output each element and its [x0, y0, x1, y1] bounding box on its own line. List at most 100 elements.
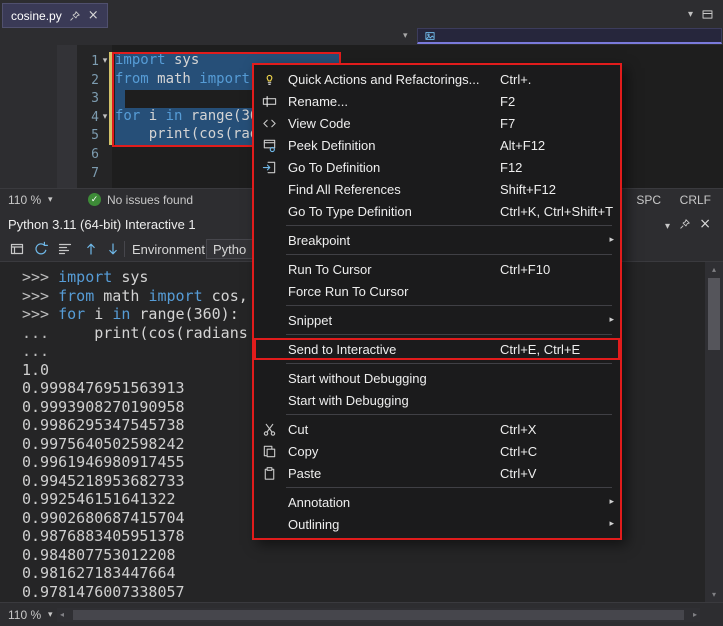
- document-tab-bar: cosine.py × ▾: [0, 0, 723, 28]
- editor-line-number: 1: [77, 52, 99, 71]
- nav-dropdown-chevron-icon[interactable]: ▾: [403, 31, 408, 41]
- scroll-down-icon[interactable]: ▾: [705, 590, 723, 599]
- menu-item-find-all-references[interactable]: Find All ReferencesShift+F12: [254, 178, 620, 200]
- menu-item-shortcut: Ctrl+X: [500, 422, 602, 437]
- menu-item-send-to-interactive[interactable]: Send to InteractiveCtrl+E, Ctrl+E: [254, 338, 620, 360]
- interactive-zoom-control[interactable]: 110 %: [8, 608, 41, 622]
- scroll-right-icon[interactable]: ▸: [693, 610, 697, 619]
- window-position-chevron-icon[interactable]: ▾: [665, 221, 670, 232]
- pin-icon[interactable]: [69, 10, 81, 22]
- interactive-zoom-chevron-icon[interactable]: ▾: [48, 610, 53, 620]
- menu-item-label: Find All References: [284, 182, 500, 197]
- menu-item-shortcut: Shift+F12: [500, 182, 602, 197]
- interactive-line: 1.0: [22, 361, 49, 380]
- interactive-line: 0.984807753012208: [22, 546, 176, 565]
- menu-separator: [286, 363, 612, 364]
- editor-line-number: 2: [77, 71, 99, 90]
- horizontal-scrollbar-thumb[interactable]: [73, 610, 684, 620]
- menu-item-copy[interactable]: CopyCtrl+C: [254, 440, 620, 462]
- close-icon[interactable]: ×: [699, 216, 711, 232]
- menu-item-rename[interactable]: Rename...F2: [254, 90, 620, 112]
- window-layout-icon[interactable]: [701, 8, 714, 21]
- editor-line-number: 4: [77, 108, 99, 127]
- menu-item-cut[interactable]: CutCtrl+X: [254, 418, 620, 440]
- breakpoint-margin[interactable]: [57, 45, 77, 188]
- clear-screen-icon[interactable]: [56, 240, 74, 258]
- interactive-line: >>> import sys: [22, 268, 148, 287]
- interactive-token: 0.9902680687415704: [22, 509, 185, 527]
- menu-item-snippet[interactable]: Snippet▸: [254, 309, 620, 331]
- interactive-line: 0.9998476951563913: [22, 379, 185, 398]
- interactive-token: 1.0: [22, 361, 49, 379]
- vertical-scrollbar-thumb[interactable]: [708, 278, 720, 350]
- pin-icon[interactable]: [679, 218, 691, 230]
- vertical-scrollbar[interactable]: ▴ ▾: [705, 262, 723, 602]
- menu-item-outlining[interactable]: Outlining▸: [254, 513, 620, 535]
- menu-item-start-with-debugging[interactable]: Start with Debugging: [254, 389, 620, 411]
- menu-item-annotation[interactable]: Annotation▸: [254, 491, 620, 513]
- menu-item-view-code[interactable]: View CodeF7: [254, 112, 620, 134]
- menu-separator: [286, 305, 612, 306]
- menu-item-breakpoint[interactable]: Breakpoint▸: [254, 229, 620, 251]
- interactive-line: 0.9986295347545738: [22, 416, 185, 435]
- history-next-icon[interactable]: [104, 240, 122, 258]
- tab-cosine-py[interactable]: cosine.py ×: [2, 3, 108, 28]
- menu-separator: [286, 225, 612, 226]
- editor-line-number: 6: [77, 145, 99, 164]
- editor-line-number: 7: [77, 164, 99, 183]
- interactive-token: 0.9961946980917455: [22, 453, 185, 471]
- interactive-line: >>> from math import cos,: [22, 287, 248, 306]
- copy-icon: [254, 444, 284, 459]
- menu-separator: [286, 414, 612, 415]
- scroll-up-icon[interactable]: ▴: [705, 265, 723, 274]
- new-window-icon[interactable]: [8, 240, 26, 258]
- fold-marker-icon[interactable]: ▾: [99, 108, 111, 127]
- menu-item-label: Quick Actions and Refactorings...: [284, 72, 500, 87]
- menu-item-shortcut: Ctrl+K, Ctrl+Shift+T: [500, 204, 613, 219]
- menu-item-shortcut: Ctrl+C: [500, 444, 602, 459]
- history-previous-icon[interactable]: [82, 240, 100, 258]
- menu-item-force-run-to-cursor[interactable]: Force Run To Cursor: [254, 280, 620, 302]
- menu-item-label: Go To Definition: [284, 160, 500, 175]
- menu-item-go-to-definition[interactable]: Go To DefinitionF12: [254, 156, 620, 178]
- fold-marker-icon[interactable]: ▾: [99, 52, 111, 71]
- menu-item-paste[interactable]: PasteCtrl+V: [254, 462, 620, 484]
- menu-item-start-without-debugging[interactable]: Start without Debugging: [254, 367, 620, 389]
- scroll-left-icon[interactable]: ◂: [60, 610, 64, 619]
- nav-member-dropdown[interactable]: [417, 28, 722, 44]
- interactive-token: 0.9945218953682733: [22, 472, 185, 490]
- interactive-token: ...: [22, 342, 49, 360]
- interactive-line: 0.9781476007338057: [22, 583, 185, 602]
- menu-item-peek-definition[interactable]: Peek DefinitionAlt+F12: [254, 134, 620, 156]
- editor-zoom-chevron-icon[interactable]: ▾: [48, 195, 53, 205]
- editor-zoom-control[interactable]: 110 %: [8, 193, 41, 207]
- interactive-token: >>>: [22, 287, 58, 305]
- editor-line-number: 3: [77, 89, 99, 108]
- space-indicator[interactable]: SPC: [636, 193, 661, 207]
- editor-status-message: No issues found: [107, 193, 193, 207]
- menu-item-label: Rename...: [284, 94, 500, 109]
- editor-left-margin: [0, 45, 57, 188]
- interactive-line: 0.9993908270190958: [22, 398, 185, 417]
- menu-item-label: Start without Debugging: [284, 371, 500, 386]
- menu-separator: [286, 487, 612, 488]
- line-ending-indicator[interactable]: CRLF: [680, 193, 711, 207]
- tab-list-chevron-icon[interactable]: ▾: [688, 9, 693, 20]
- reset-icon[interactable]: [32, 240, 50, 258]
- horizontal-scrollbar[interactable]: ◂ ▸: [57, 608, 700, 622]
- menu-item-shortcut: Ctrl+E, Ctrl+E: [500, 342, 602, 357]
- menu-separator: [286, 334, 612, 335]
- menu-item-quick-actions-and-refactorings[interactable]: Quick Actions and Refactorings...Ctrl+.: [254, 68, 620, 90]
- menu-item-label: Snippet: [284, 313, 500, 328]
- interactive-line: ...: [22, 342, 49, 361]
- interactive-token: 0.9975640502598242: [22, 435, 185, 453]
- interactive-token: for: [58, 305, 85, 323]
- interactive-token: 0.981627183447664: [22, 564, 176, 582]
- menu-item-go-to-type-definition[interactable]: Go To Type DefinitionCtrl+K, Ctrl+Shift+…: [254, 200, 620, 222]
- menu-item-label: Run To Cursor: [284, 262, 500, 277]
- close-icon[interactable]: ×: [88, 9, 99, 22]
- interactive-token: print(cos(radians: [49, 324, 248, 342]
- interactive-line: 0.9902680687415704: [22, 509, 185, 528]
- view-code-icon: [254, 116, 284, 131]
- menu-item-run-to-cursor[interactable]: Run To CursorCtrl+F10: [254, 258, 620, 280]
